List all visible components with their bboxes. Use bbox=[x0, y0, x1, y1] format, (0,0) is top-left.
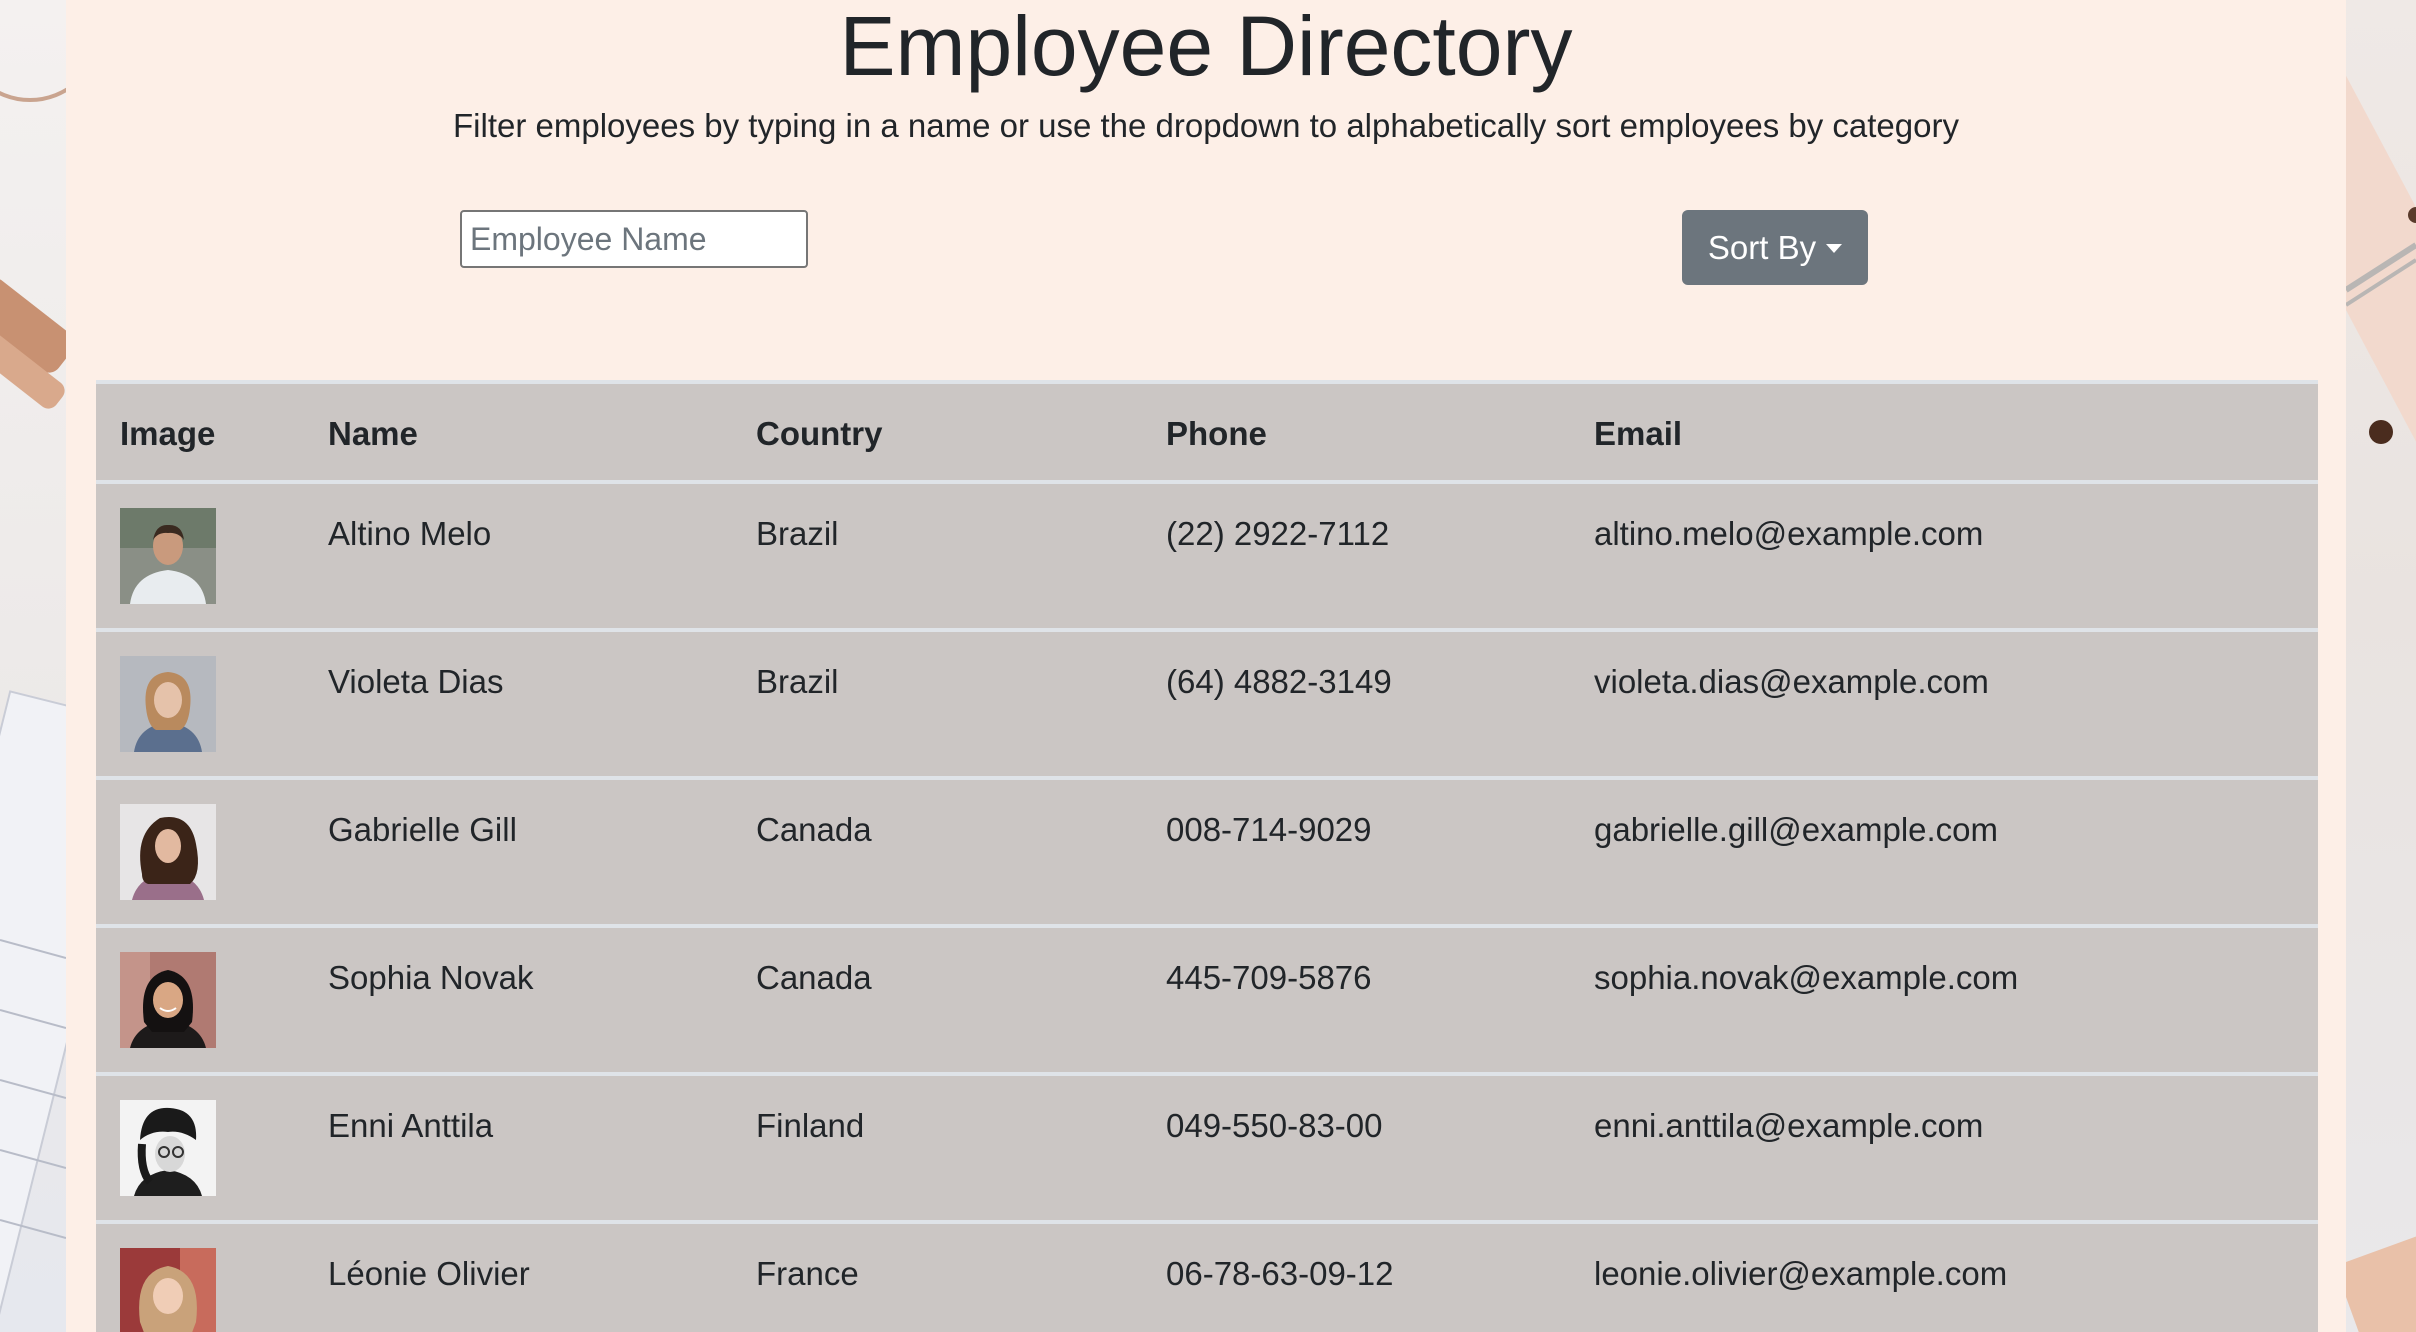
employee-avatar bbox=[120, 952, 216, 1048]
employee-avatar bbox=[120, 1248, 216, 1332]
employee-phone: 049-550-83-00 bbox=[1166, 1107, 1383, 1144]
desk-decoration-left bbox=[0, 87, 66, 1332]
employee-email: enni.anttila@example.com bbox=[1594, 1107, 1984, 1144]
desk-background-left bbox=[0, 0, 66, 1332]
table-row: Altino Melo Brazil (22) 2922-7112 altino… bbox=[96, 480, 2318, 628]
table-row: Léonie Olivier France 06-78-63-09-12 leo… bbox=[96, 1220, 2318, 1332]
employee-avatar bbox=[120, 804, 216, 900]
employee-country: Brazil bbox=[756, 663, 839, 700]
employee-country: Brazil bbox=[756, 515, 839, 552]
employee-email: violeta.dias@example.com bbox=[1594, 663, 1989, 700]
desk-background-right bbox=[2346, 0, 2416, 1332]
page-title: Employee Directory bbox=[839, 0, 1573, 93]
employee-photo-icon bbox=[120, 508, 216, 604]
employee-country: Canada bbox=[756, 959, 872, 996]
employee-name: Sophia Novak bbox=[328, 959, 534, 996]
table-row: Sophia Novak Canada 445-709-5876 sophia.… bbox=[96, 924, 2318, 1072]
sort-by-label: Sort By bbox=[1707, 228, 1817, 266]
column-header-image[interactable]: Image bbox=[120, 414, 215, 454]
employee-photo-icon bbox=[120, 1100, 216, 1196]
directory-panel: Employee Directory Filter employees by t… bbox=[66, 0, 2346, 1332]
caret-down-icon bbox=[1826, 244, 1843, 253]
employee-avatar bbox=[120, 508, 216, 604]
employee-country: France bbox=[756, 1255, 859, 1292]
table-row: Gabrielle Gill Canada 008-714-9029 gabri… bbox=[96, 776, 2318, 924]
employee-phone: (64) 4882-3149 bbox=[1166, 663, 1392, 700]
employee-photo-icon bbox=[120, 1248, 216, 1332]
column-header-phone[interactable]: Phone bbox=[1166, 414, 1267, 454]
employee-email: sophia.novak@example.com bbox=[1594, 959, 2019, 996]
column-header-name[interactable]: Name bbox=[328, 414, 418, 454]
employee-phone: (22) 2922-7112 bbox=[1166, 515, 1390, 552]
employee-name: Violeta Dias bbox=[328, 663, 504, 700]
column-header-country[interactable]: Country bbox=[756, 414, 883, 454]
employee-email: gabrielle.gill@example.com bbox=[1594, 811, 1999, 848]
page-subtitle: Filter employees by typing in a name or … bbox=[453, 107, 1959, 144]
employee-photo-icon bbox=[120, 656, 216, 752]
table-row: Violeta Dias Brazil (64) 4882-3149 viole… bbox=[96, 628, 2318, 776]
employee-country: Finland bbox=[756, 1107, 865, 1144]
column-header-email[interactable]: Email bbox=[1594, 414, 1682, 454]
employee-table: Image Name Country Phone Email Altino Me… bbox=[96, 380, 2318, 1332]
employee-avatar bbox=[120, 1100, 216, 1196]
table-row: Enni Anttila Finland 049-550-83-00 enni.… bbox=[96, 1072, 2318, 1220]
employee-avatar bbox=[120, 656, 216, 752]
employee-phone: 06-78-63-09-12 bbox=[1166, 1255, 1394, 1292]
employee-phone: 008-714-9029 bbox=[1166, 811, 1372, 848]
employee-name: Altino Melo bbox=[328, 515, 492, 552]
employee-name: Enni Anttila bbox=[328, 1107, 494, 1144]
employee-name-search-input[interactable] bbox=[460, 210, 808, 268]
employee-name: Léonie Olivier bbox=[328, 1255, 530, 1292]
employee-country: Canada bbox=[756, 811, 872, 848]
employee-email: leonie.olivier@example.com bbox=[1594, 1255, 2008, 1292]
sort-by-dropdown-button[interactable]: Sort By bbox=[1682, 210, 1868, 285]
employee-photo-icon bbox=[120, 804, 216, 900]
table-header-row: Image Name Country Phone Email bbox=[96, 380, 2318, 480]
employee-phone: 445-709-5876 bbox=[1166, 959, 1372, 996]
employee-photo-icon bbox=[120, 952, 216, 1048]
employee-name: Gabrielle Gill bbox=[328, 811, 517, 848]
desk-decoration-right bbox=[2346, 72, 2416, 1332]
employee-email: altino.melo@example.com bbox=[1594, 515, 1984, 552]
